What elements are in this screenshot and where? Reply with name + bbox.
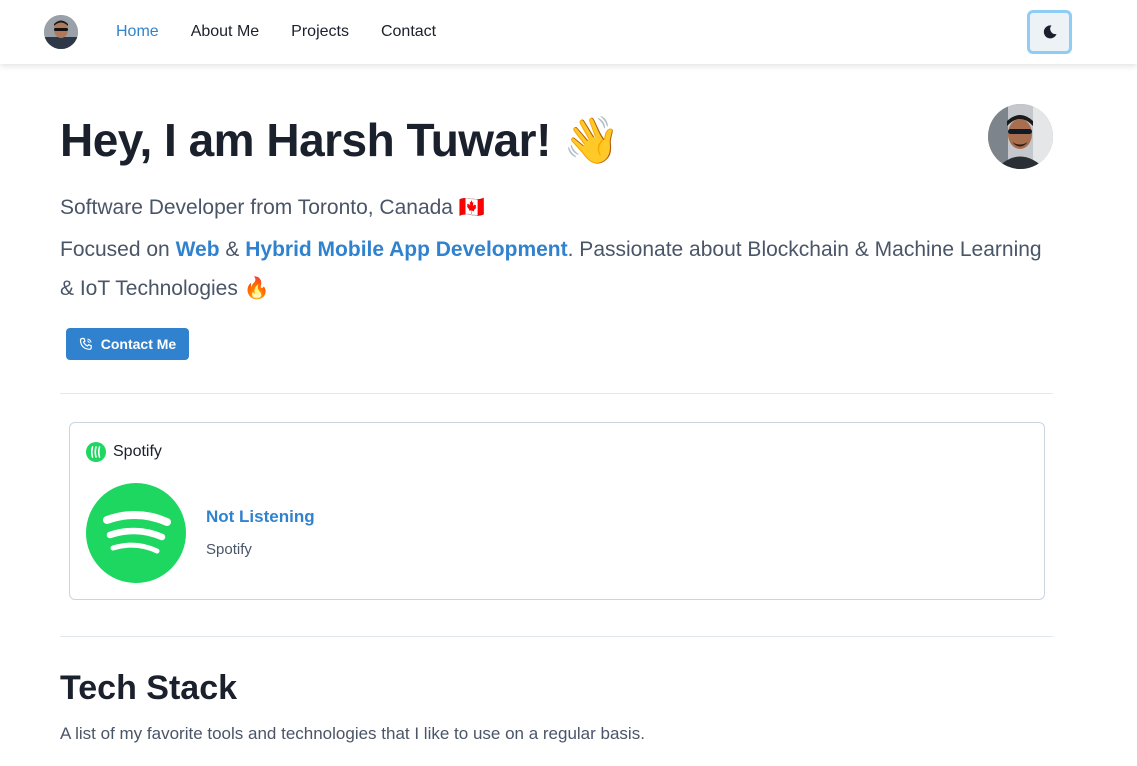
focus-web-link[interactable]: Web — [176, 238, 220, 261]
focus-mobile-link[interactable]: Hybrid Mobile App Development — [245, 238, 567, 261]
waving-hand-emoji: 👋 — [563, 114, 620, 166]
focus-amp: & — [219, 238, 246, 261]
spotify-card-header: Spotify — [86, 442, 162, 462]
nav-link-projects[interactable]: Projects — [291, 22, 349, 42]
divider — [60, 393, 1053, 394]
hero-subtitle-text: Software Developer from Toronto, Canada — [60, 196, 453, 219]
profile-photo-icon — [988, 104, 1053, 169]
focus-prefix: Focused on — [60, 238, 176, 261]
hero-avatar — [988, 104, 1053, 169]
hero-focus: Focused on Web & Hybrid Mobile App Devel… — [60, 230, 1050, 308]
track-artist: Spotify — [206, 541, 252, 558]
nav-link-home[interactable]: Home — [116, 22, 159, 42]
fire-emoji: 🔥 — [243, 277, 270, 300]
nav-avatar[interactable] — [44, 15, 78, 49]
hero-subtitle: Software Developer from Toronto, Canada … — [60, 194, 485, 222]
track-title[interactable]: Not Listening — [206, 507, 315, 527]
spotify-header-label: Spotify — [113, 443, 162, 460]
tech-stack-title: Tech Stack — [60, 669, 238, 707]
nav-link-about-me[interactable]: About Me — [191, 22, 259, 42]
divider — [60, 636, 1053, 637]
tech-stack-description: A list of my favorite tools and technolo… — [60, 724, 645, 743]
theme-toggle-button[interactable] — [1027, 10, 1072, 54]
spotify-logo-icon — [86, 483, 186, 583]
page-title: Hey, I am Harsh Tuwar! 👋 — [60, 112, 620, 168]
hero-title-text: Hey, I am Harsh Tuwar! — [60, 114, 551, 166]
canada-flag-emoji: 🇨🇦 — [458, 196, 485, 219]
contact-me-button[interactable]: Contact Me — [66, 328, 189, 360]
contact-me-label: Contact Me — [100, 336, 177, 352]
avatar-photo-icon — [44, 15, 78, 49]
spotify-small-icon — [86, 442, 106, 462]
spotify-card[interactable]: Spotify Not Listening Spotify — [69, 422, 1045, 600]
top-navbar: Home About Me Projects Contact — [0, 0, 1137, 64]
nav-links: Home About Me Projects Contact — [116, 22, 468, 42]
nav-link-contact[interactable]: Contact — [381, 22, 436, 42]
moon-icon — [1043, 25, 1056, 39]
phone-icon — [79, 337, 92, 350]
